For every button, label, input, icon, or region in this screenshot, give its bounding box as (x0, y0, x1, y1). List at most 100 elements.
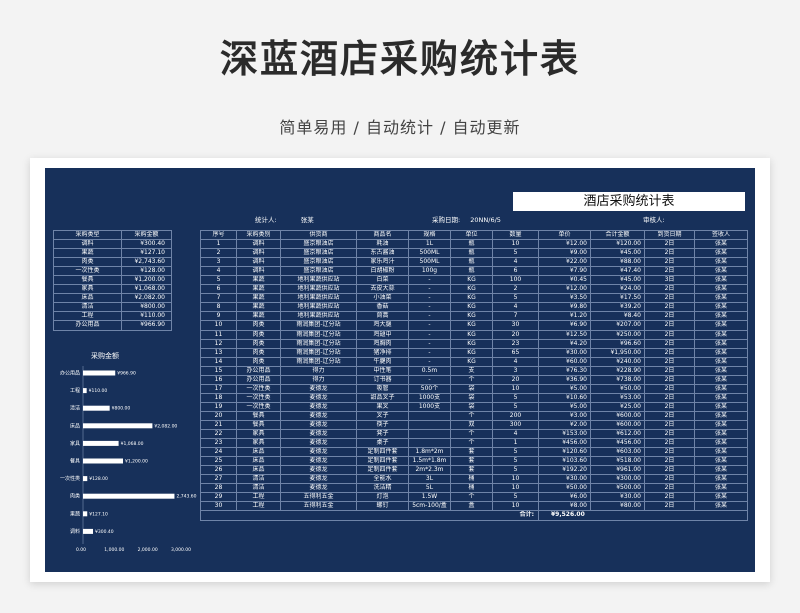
cell-row-index: 15 (200, 365, 237, 376)
chart-category-label: 果蔬 (70, 510, 80, 517)
cell-quantity: 10 (492, 483, 539, 494)
table-row: 21 餐具 麦德龙 筷子 双 300 ¥2.00 ¥600.00 2日 张某 (200, 419, 748, 431)
cell-quantity: 3 (492, 365, 539, 376)
cell-receiver: 张某 (694, 320, 748, 331)
cell-spec: 1.5m*1.8m (408, 456, 451, 467)
chart-bar (83, 528, 94, 534)
cell-product-name: 白胡椒粉 (356, 266, 409, 277)
cell-unit: KG (450, 347, 493, 358)
table-row: 18 一次性类 麦德龙 甜品叉子 1000支袋 5 ¥10.60 ¥53.00 2日 张某 (200, 392, 748, 403)
cell-quantity: 10 (492, 501, 539, 512)
cell-supplier: 盛京粮油店 (280, 248, 357, 259)
chart-category-label: 一次性类 (60, 475, 80, 482)
cell-arrival-date: 2日 (644, 447, 695, 458)
table-row: 19 一次性类 麦德龙 果叉 1000支袋 5 ¥5.00 ¥25.00 2日 张某 (200, 401, 748, 412)
cell-row-index: 21 (200, 419, 237, 431)
cell-unit: 个 (450, 429, 493, 440)
cell-unit-price: ¥12.50 (538, 329, 591, 340)
cell-unit-price: ¥6.00 (538, 492, 591, 503)
cell-receiver: 张某 (694, 248, 748, 259)
cell-category: 餐具 (236, 419, 281, 431)
cell-unit-price: ¥30.00 (538, 474, 591, 485)
table-row: 24 床品 麦德龙 定制四件套 1.8m*2m 套 5 ¥120.60 ¥603.00 2日 张某 (200, 447, 748, 458)
cell-spec: - (408, 275, 451, 286)
cell-spec: - (408, 320, 451, 331)
cell-product-name: 定制四件套 (356, 465, 409, 476)
cell-product-name: 定制四件套 (356, 456, 409, 467)
cell-category: 床品 (236, 465, 281, 476)
cell-category: 一次性类 (236, 392, 281, 403)
cell-total-amount: ¥24.00 (590, 284, 645, 295)
cell-quantity: 23 (492, 338, 539, 349)
summary-header: 采购类型 (53, 229, 122, 241)
cell-receiver: 张某 (694, 438, 748, 449)
column-header: 供货商 (280, 229, 357, 241)
cell-unit-price: ¥120.60 (538, 447, 591, 458)
cell-product-name: 筷子 (356, 419, 409, 431)
table-row: 26 床品 麦德龙 定制四件套 2m*2.3m 套 5 ¥192.20 ¥961.00 2日 张某 (200, 465, 748, 476)
cell-receiver: 张某 (694, 365, 748, 376)
cell-supplier: 雨润集团-辽分站 (280, 356, 357, 367)
cell-product-name: 东古酱油 (356, 248, 409, 259)
cell-unit-price: ¥50.00 (538, 483, 591, 494)
cell-unit-price: ¥36.90 (538, 374, 591, 385)
cell-spec: 1L (408, 239, 451, 250)
cell-total-amount: ¥738.00 (590, 374, 645, 385)
table-row: 14 肉类 雨润集团-辽分站 牛腱肉 - KG 4 ¥60.00 ¥240.00 2日 张某 (200, 356, 748, 367)
cell-category: 果蔬 (236, 275, 281, 286)
chart-value-label: ¥800.00 (112, 406, 131, 412)
chart-category-label: 清洁 (70, 405, 80, 412)
cell-total-amount: ¥47.40 (590, 266, 645, 277)
summary-amount: ¥127.10 (121, 248, 172, 259)
column-header: 签收人 (694, 229, 748, 241)
chart-bar (83, 493, 175, 499)
chart-value-label: ¥2,082.00 (154, 423, 177, 429)
cell-supplier: 麦德龙 (280, 401, 357, 412)
cell-supplier: 麦德龙 (280, 392, 357, 403)
cell-receiver: 张某 (694, 410, 748, 421)
cell-receiver: 张某 (694, 302, 748, 313)
cell-unit-price: ¥8.00 (538, 501, 591, 512)
summary-row: 调料 ¥300.40 (53, 239, 172, 250)
cell-supplier: 麦德龙 (280, 465, 357, 476)
cell-spec: 3L (408, 474, 451, 485)
cell-spec: 1.8m*2m (408, 447, 451, 458)
cell-arrival-date: 2日 (644, 410, 695, 421)
cell-row-index: 26 (200, 465, 237, 476)
cell-receiver: 张某 (694, 492, 748, 503)
cell-total-amount: ¥17.50 (590, 293, 645, 304)
cell-category: 工程 (236, 501, 281, 512)
cell-category: 家具 (236, 429, 281, 440)
cell-quantity: 5 (492, 447, 539, 458)
cell-row-index: 19 (200, 401, 237, 412)
page-title: 深蓝酒店采购统计表 (219, 37, 580, 81)
cell-total-amount: ¥53.00 (590, 392, 645, 403)
cell-spec (408, 419, 451, 431)
summary-header: 采购金额 (121, 229, 172, 241)
cell-total-amount: ¥25.00 (590, 401, 645, 412)
cell-unit: KG (450, 311, 493, 322)
cell-arrival-date: 2日 (644, 456, 695, 467)
table-row: 22 家具 麦德龙 凳子 个 4 ¥153.00 ¥612.00 2日 张某 (200, 429, 748, 440)
column-header: 到货日期 (644, 229, 695, 241)
cell-supplier: 盛京粮油店 (280, 266, 357, 277)
page-subtitle: 简单易用 / 自动统计 / 自动更新 (279, 118, 521, 137)
cell-unit-price: ¥9.00 (538, 248, 591, 259)
cell-unit: 瓶 (450, 239, 493, 250)
cell-category: 调料 (236, 239, 281, 250)
cell-unit-price: ¥0.45 (538, 275, 591, 286)
cell-product-name: 牛腱肉 (356, 356, 409, 367)
cell-row-index: 17 (200, 383, 237, 394)
cell-unit: 个 (450, 492, 493, 503)
date-label: 采购日期: (432, 216, 461, 224)
cell-supplier: 地利果蔬供应站 (280, 293, 357, 304)
summary-amount: ¥1,068.00 (121, 284, 172, 295)
cell-category: 肉类 (236, 338, 281, 349)
cell-arrival-date: 2日 (644, 438, 695, 449)
cell-product-name: 茼蒿 (356, 311, 409, 322)
cell-arrival-date: 2日 (644, 302, 695, 313)
cell-unit-price: ¥153.00 (538, 429, 591, 440)
cell-product-name: 全能水 (356, 474, 409, 485)
cell-product-name: 家乐鸡汁 (356, 257, 409, 268)
cell-total-amount: ¥456.00 (590, 438, 645, 449)
